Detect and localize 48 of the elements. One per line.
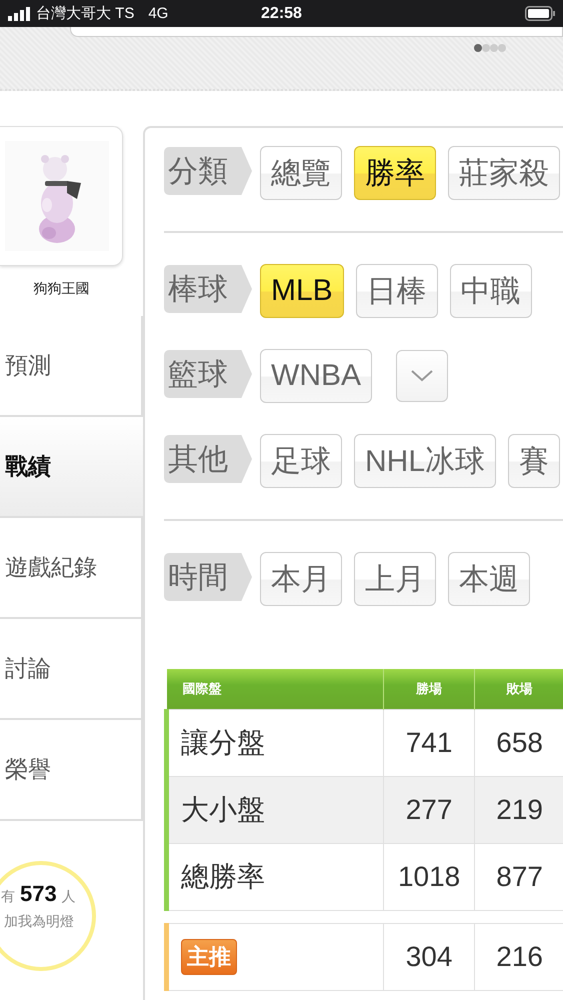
column-header: 勝場 — [384, 669, 475, 710]
filter-tab[interactable]: 本週 — [448, 552, 530, 606]
sidebar-item[interactable]: 討論 — [0, 619, 143, 720]
filter-tab[interactable]: WNBA — [260, 349, 372, 403]
filter-tab[interactable]: MLB — [260, 264, 344, 318]
lamp-suffix: 人 — [62, 888, 76, 906]
pager-dot[interactable] — [490, 44, 498, 52]
filter-tab[interactable]: 勝率 — [354, 146, 436, 200]
table-cell: 304 — [384, 924, 475, 990]
table-cell: 219 — [474, 776, 563, 844]
battery-icon — [525, 6, 555, 21]
profile-name: 狗狗王國 — [32, 280, 90, 298]
filter-label: 籃球 — [164, 350, 252, 398]
signal-icon — [8, 6, 30, 20]
sidebar-item[interactable]: 榮譽 — [0, 720, 143, 821]
pager-dot[interactable] — [498, 44, 506, 52]
filter-tab[interactable]: 賽 — [508, 434, 560, 488]
network-type: 4G — [148, 5, 168, 22]
lightbulb-icon — [0, 861, 96, 971]
filter-label: 分類 — [164, 147, 252, 195]
fan-count: 573 — [20, 881, 57, 907]
pager-dot[interactable] — [482, 44, 490, 52]
filter-tab[interactable]: 莊家殺 — [448, 146, 560, 200]
sidebar-item[interactable]: 遊戲紀錄 — [0, 518, 143, 619]
table-cell: 277 — [384, 776, 475, 844]
filter-tab[interactable]: 本月 — [260, 552, 342, 606]
filter-tab[interactable]: 日棒 — [356, 264, 438, 318]
filter-label: 棒球 — [164, 265, 252, 313]
column-header: 國際盤 — [166, 669, 384, 710]
filter-label: 其他 — [164, 435, 252, 483]
filter-label: 時間 — [164, 553, 252, 601]
sidebar-item[interactable]: 預測 — [0, 316, 143, 417]
clock-time: 22:58 — [261, 4, 302, 22]
featured-badge: 主推 — [181, 939, 237, 975]
filter-tab[interactable]: 上月 — [354, 552, 436, 606]
pager-dot[interactable] — [474, 44, 482, 52]
filter-tab[interactable]: 足球 — [260, 434, 342, 488]
row-label: 大小盤 — [166, 776, 384, 844]
carrier-name: 台灣大哥大 TS — [36, 4, 134, 23]
filter-tab[interactable]: NHL冰球 — [354, 434, 496, 488]
column-header: 敗場 — [474, 669, 563, 710]
dropdown-button[interactable] — [396, 350, 448, 402]
lamp-prefix: 有 — [1, 888, 15, 906]
table-cell: 216 — [474, 924, 563, 990]
filter-tab[interactable]: 中職 — [450, 264, 532, 318]
chevron-down-icon — [411, 370, 433, 382]
follow-link[interactable]: 加我為明燈 — [4, 913, 74, 931]
filter-tab[interactable]: 總覽 — [260, 146, 342, 200]
